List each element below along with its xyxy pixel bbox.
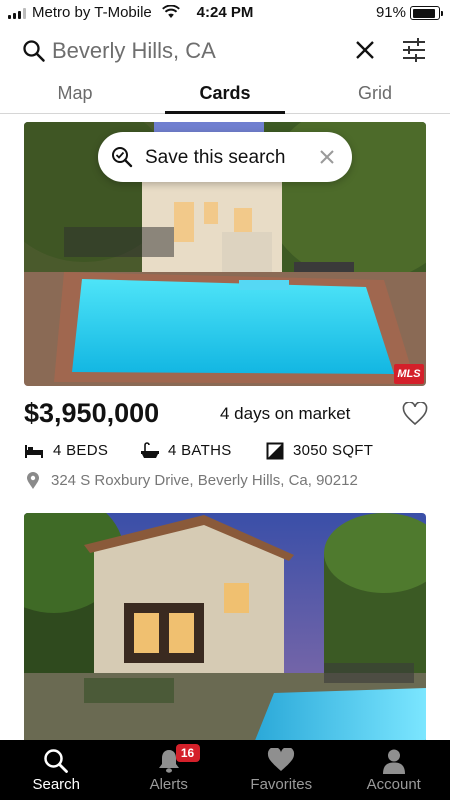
listing-address-row: 324 S Roxbury Drive, Beverly Hills, Ca, … <box>24 471 424 491</box>
nav-favorites-label: Favorites <box>250 776 313 793</box>
save-search-prompt[interactable]: Save this search <box>98 132 352 182</box>
search-input[interactable] <box>52 34 342 68</box>
nav-search[interactable]: Search <box>0 740 113 800</box>
location-pin-icon <box>27 472 39 489</box>
days-on-market: 4 days on market <box>220 404 351 423</box>
alerts-count-badge: 16 <box>175 744 200 762</box>
bathtub-icon <box>141 442 159 458</box>
listing-photo[interactable] <box>24 513 426 743</box>
bottom-nav: Search 16 Alerts Favorites Account <box>0 740 450 800</box>
nav-account[interactable]: Account <box>338 740 450 800</box>
status-bar: Metro by T-Mobile 4:24 PM 91% <box>0 0 450 26</box>
nav-favorites[interactable]: Favorites <box>225 740 338 800</box>
nav-account-label: Account <box>366 776 421 793</box>
tab-cards[interactable]: Cards <box>150 78 300 114</box>
filter-icon[interactable] <box>401 37 427 63</box>
person-icon <box>382 749 405 774</box>
nav-alerts[interactable]: 16 Alerts <box>113 740 226 800</box>
search-bar <box>0 30 450 72</box>
tab-grid[interactable]: Grid <box>300 78 450 113</box>
villa-image <box>24 513 426 743</box>
area-icon <box>266 442 284 460</box>
nav-search-label: Search <box>32 776 81 793</box>
search-icon <box>44 749 69 773</box>
nav-alerts-label: Alerts <box>149 776 188 793</box>
heart-icon <box>268 748 295 771</box>
listing-specs: 4 BEDS 4 BATHS 3050 SQFT <box>24 441 424 461</box>
close-icon[interactable] <box>354 39 376 61</box>
saved-search-icon <box>112 147 133 168</box>
save-search-label: Save this search <box>145 147 286 168</box>
bed-icon <box>25 445 43 458</box>
heart-icon[interactable] <box>402 402 428 426</box>
battery-icon <box>410 6 443 20</box>
search-icon <box>23 40 45 62</box>
listing-price: $3,950,000 <box>24 398 160 428</box>
sqft-value: 3050 SQFT <box>293 442 374 459</box>
close-icon[interactable] <box>319 149 335 165</box>
tab-map[interactable]: Map <box>0 78 150 113</box>
view-tabs: Map Cards Grid <box>0 78 450 114</box>
listing-address[interactable]: 324 S Roxbury Drive, Beverly Hills, Ca, … <box>51 472 358 489</box>
mls-logo: MLS <box>394 364 424 384</box>
baths-count: 4 BATHS <box>168 442 232 459</box>
beds-count: 4 BEDS <box>53 442 109 459</box>
battery-percent: 91% <box>375 4 406 21</box>
